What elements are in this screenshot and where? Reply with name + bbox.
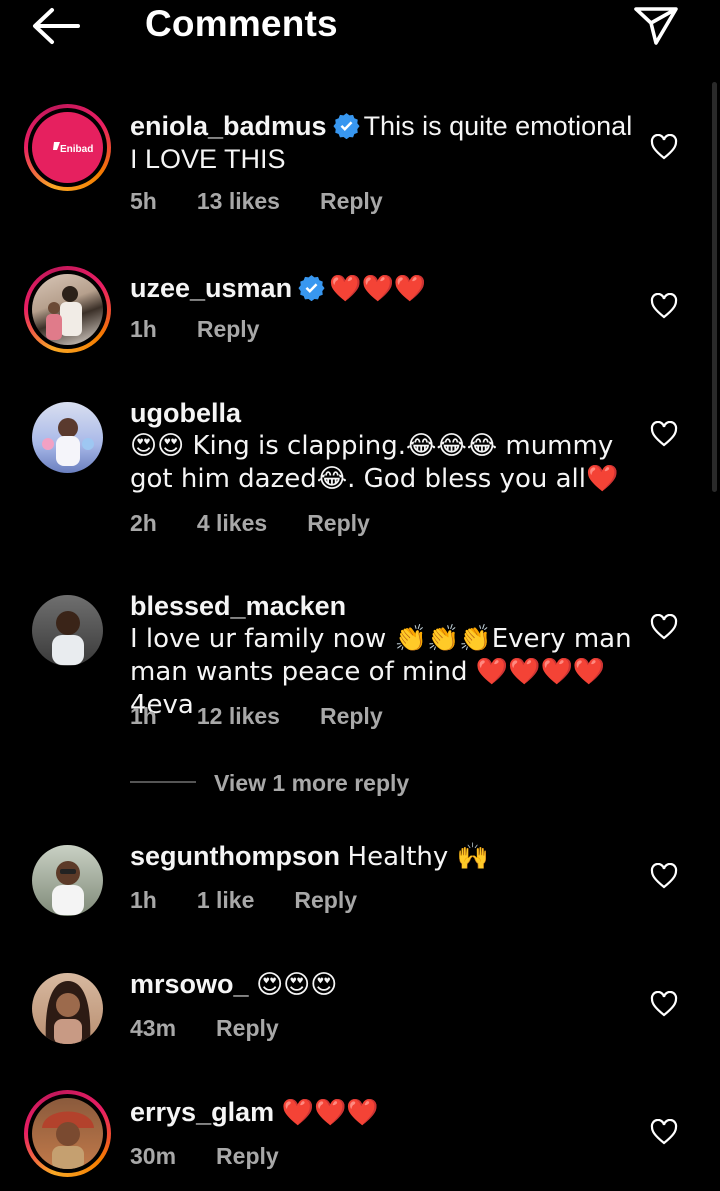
profile-photo-icon — [42, 1111, 94, 1169]
like-count[interactable]: 1 like — [197, 887, 255, 913]
verified-badge-icon — [298, 275, 325, 301]
profile-photo-icon — [42, 418, 94, 466]
comment-text: mrsowo_ 😍😍😍 — [130, 968, 640, 1002]
profile-photo-icon — [46, 286, 82, 340]
reply-button[interactable]: Reply — [320, 703, 383, 729]
comment-meta: 43m Reply — [130, 1015, 319, 1042]
comment-text: eniola_badmus This is quite emotional I L… — [130, 110, 640, 176]
username[interactable]: eniola_badmus — [130, 111, 327, 141]
comment-time: 30m — [130, 1143, 177, 1169]
comment-meta: 1h 12 likes Reply — [130, 703, 423, 730]
comment-text: segunthompson Healthy 🙌 — [130, 840, 640, 874]
like-count[interactable]: 13 likes — [197, 188, 280, 214]
enibad-logo-icon: Enibad — [53, 142, 93, 155]
like-count[interactable]: 4 likes — [197, 510, 267, 536]
avatar[interactable]: Enibad — [24, 104, 111, 191]
comment-body: 😍😍😍 — [256, 970, 338, 1000]
comment-body: ❤️❤️❤️ — [281, 1098, 379, 1128]
comment-item: errys_glam ❤️❤️❤️ 30m Reply — [0, 1090, 720, 1190]
view-more-replies-button[interactable]: View 1 more reply — [130, 768, 530, 802]
heart-icon[interactable] — [650, 421, 678, 447]
reply-button[interactable]: Reply — [216, 1143, 279, 1169]
username[interactable]: errys_glam — [130, 1097, 274, 1127]
comment-item: segunthompson Healthy 🙌 1h 1 like Reply — [0, 837, 720, 927]
comment-time: 1h — [130, 316, 157, 342]
reply-button[interactable]: Reply — [197, 316, 260, 342]
comment-time: 2h — [130, 510, 157, 536]
header-bar: Comments — [0, 0, 720, 56]
svg-text:Enibad: Enibad — [60, 144, 93, 155]
profile-photo-icon — [52, 861, 84, 915]
send-icon[interactable] — [632, 3, 680, 47]
comment-item: Enibad eniola_badmus This is quite emotio… — [0, 104, 720, 224]
avatar[interactable] — [24, 394, 111, 481]
heart-icon[interactable] — [650, 614, 678, 640]
avatar[interactable] — [24, 587, 111, 674]
comment-item: mrsowo_ 😍😍😍 43m Reply — [0, 965, 720, 1055]
avatar[interactable] — [24, 837, 111, 924]
comment-body: ❤️❤️❤️ — [329, 274, 427, 304]
heart-icon[interactable] — [650, 1119, 678, 1145]
comment-body: Healthy 🙌 — [347, 842, 489, 872]
comment-item: blessed_macken I love ur family now 👏👏👏E… — [0, 587, 720, 737]
comment-item: uzee_usman ❤️❤️❤️ 1h Reply — [0, 266, 720, 356]
username[interactable]: segunthompson — [130, 841, 340, 871]
comment-text: ugobella 😍😍 King is clapping.😂😂😂 mummy g… — [130, 397, 640, 496]
comment-body: 😍😍 King is clapping.😂😂😂 mummy got him da… — [130, 431, 619, 494]
reply-button[interactable]: Reply — [294, 887, 357, 913]
comment-item: ugobella 😍😍 King is clapping.😂😂😂 mummy g… — [0, 394, 720, 544]
username[interactable]: blessed_macken — [130, 591, 346, 621]
avatar[interactable] — [24, 965, 111, 1052]
reply-button[interactable]: Reply — [307, 510, 370, 536]
comment-meta: 1h 1 like Reply — [130, 887, 397, 914]
comment-meta: 5h 13 likes Reply — [130, 188, 423, 215]
view-more-label: View 1 more reply — [214, 770, 410, 796]
comment-time: 43m — [130, 1015, 177, 1041]
comment-text: errys_glam ❤️❤️❤️ — [130, 1096, 640, 1130]
reply-button[interactable]: Reply — [216, 1015, 279, 1041]
verified-badge-icon — [333, 113, 360, 139]
comment-meta: 2h 4 likes Reply — [130, 510, 410, 537]
page-title: Comments — [145, 3, 338, 44]
comment-text: uzee_usman ❤️❤️❤️ — [130, 272, 640, 306]
username[interactable]: uzee_usman — [130, 273, 292, 303]
profile-photo-icon — [45, 981, 91, 1044]
comment-time: 1h — [130, 703, 157, 729]
username[interactable]: ugobella — [130, 398, 241, 428]
like-count[interactable]: 12 likes — [197, 703, 280, 729]
comment-meta: 30m Reply — [130, 1143, 319, 1170]
avatar[interactable] — [24, 266, 111, 353]
heart-icon[interactable] — [650, 991, 678, 1017]
comment-time: 5h — [130, 188, 157, 214]
username[interactable]: mrsowo_ — [130, 969, 249, 999]
profile-photo-icon — [52, 611, 84, 665]
back-arrow-icon[interactable] — [30, 6, 82, 46]
comment-meta: 1h Reply — [130, 316, 299, 343]
heart-icon[interactable] — [650, 293, 678, 319]
divider — [130, 781, 196, 783]
reply-button[interactable]: Reply — [320, 188, 383, 214]
comment-time: 1h — [130, 887, 157, 913]
avatar[interactable] — [24, 1090, 111, 1177]
heart-icon[interactable] — [650, 863, 678, 889]
heart-icon[interactable] — [650, 134, 678, 160]
